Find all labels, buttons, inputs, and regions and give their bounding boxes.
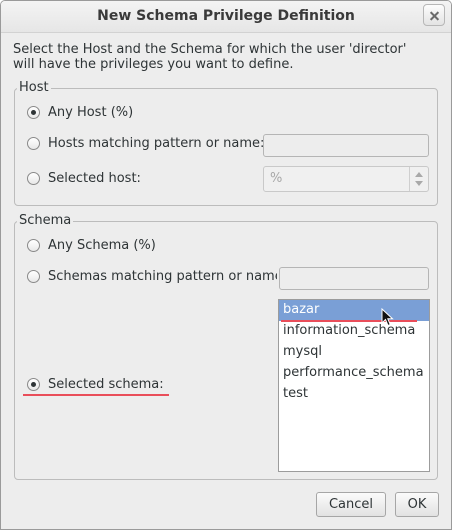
intro-line-1: Select the Host and the Schema for which… xyxy=(13,42,407,57)
close-icon[interactable] xyxy=(423,4,445,26)
any-host-radio-button[interactable] xyxy=(27,106,40,119)
radio-selected-host[interactable]: Selected host: xyxy=(27,171,141,186)
intro-line-2: will have the privileges you want to def… xyxy=(13,57,294,72)
schema-list-item[interactable]: information_schema xyxy=(279,321,429,342)
selected-host-combo[interactable]: % xyxy=(263,166,429,192)
host-pattern-input[interactable] xyxy=(263,134,429,157)
any-schema-radio-button[interactable] xyxy=(27,239,40,252)
schema-pattern-label: Schemas matching pattern or name: xyxy=(48,269,277,284)
host-pattern-radio-button[interactable] xyxy=(27,137,40,150)
any-schema-label: Any Schema (%) xyxy=(48,238,156,253)
schema-list-item[interactable]: performance_schema xyxy=(279,363,429,384)
selected-schema-radio-button[interactable] xyxy=(27,378,40,391)
ok-button[interactable]: OK xyxy=(395,492,439,517)
selected-schema-label: Selected schema: xyxy=(48,377,164,392)
schema-pattern-radio-button[interactable] xyxy=(27,270,40,283)
host-legend: Host xyxy=(17,80,51,95)
radio-schema-pattern[interactable]: Schemas matching pattern or name: xyxy=(27,269,277,284)
selected-host-radio-button[interactable] xyxy=(27,172,40,185)
selected-host-value: % xyxy=(270,171,283,186)
host-pattern-label: Hosts matching pattern or name: xyxy=(48,136,265,151)
radio-host-pattern[interactable]: Hosts matching pattern or name: xyxy=(27,136,264,151)
schema-list[interactable]: bazar information_schema mysql performan… xyxy=(278,299,430,472)
cancel-button[interactable]: Cancel xyxy=(316,492,386,517)
schema-list-item[interactable]: test xyxy=(279,384,429,405)
schema-legend: Schema xyxy=(17,213,74,228)
intro-text: Select the Host and the Schema for which… xyxy=(13,42,433,72)
spinner-arrows-icon[interactable] xyxy=(409,167,428,191)
privilege-dialog: New Schema Privilege Definition Select t… xyxy=(0,0,452,530)
schema-selection-annotation-underline xyxy=(281,320,417,322)
selected-host-label: Selected host: xyxy=(48,171,141,186)
radio-any-host[interactable]: Any Host (%) xyxy=(27,105,133,120)
schema-list-item[interactable]: bazar xyxy=(279,300,429,321)
mouse-pointer-icon xyxy=(381,308,394,327)
any-host-label: Any Host (%) xyxy=(48,105,134,120)
title-bar[interactable]: New Schema Privilege Definition xyxy=(1,1,451,33)
selected-schema-annotation-underline xyxy=(23,394,169,396)
schema-list-item[interactable]: mysql xyxy=(279,342,429,363)
radio-selected-schema[interactable]: Selected schema: xyxy=(27,377,164,392)
dialog-title: New Schema Privilege Definition xyxy=(97,8,355,24)
schema-pattern-input[interactable] xyxy=(279,267,429,290)
radio-any-schema[interactable]: Any Schema (%) xyxy=(27,238,156,253)
